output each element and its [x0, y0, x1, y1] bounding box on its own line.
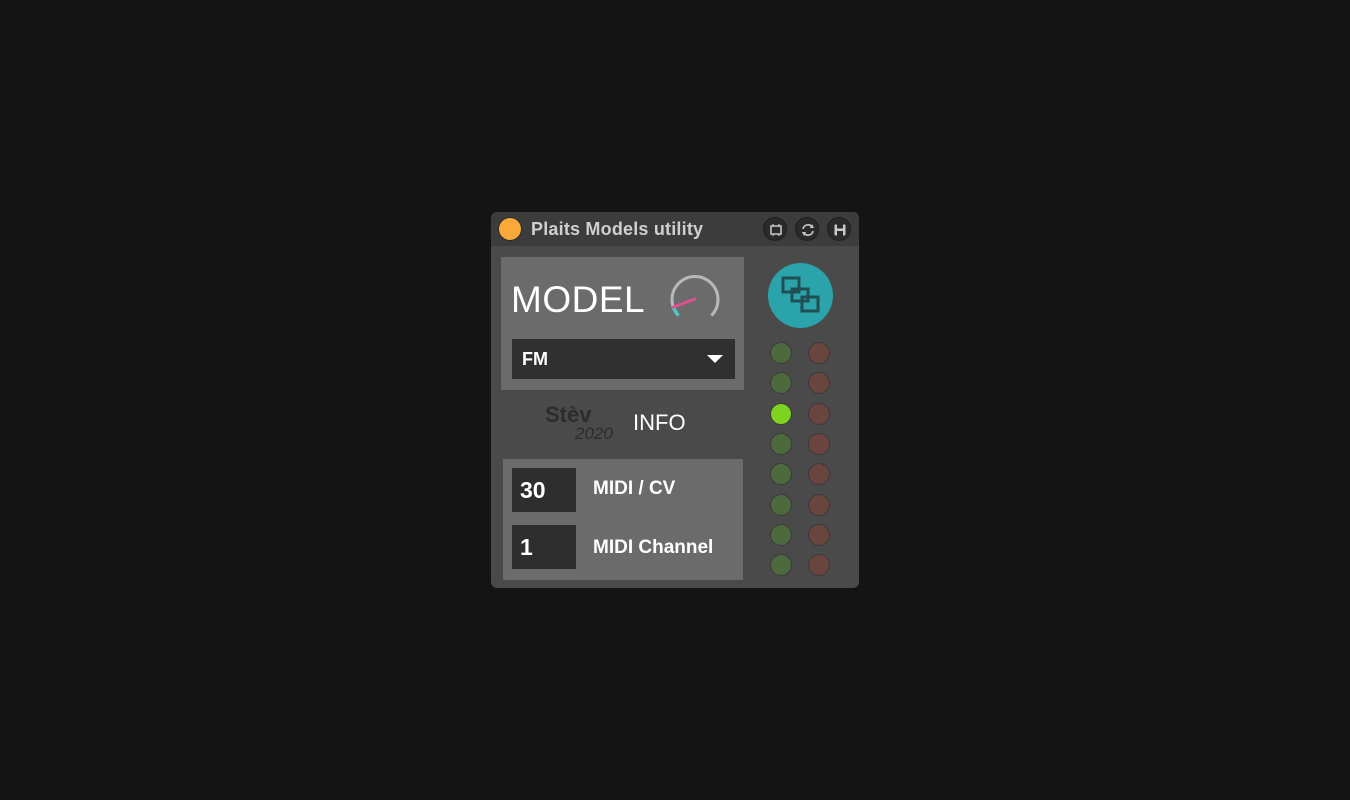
led-green-8	[770, 554, 792, 576]
midi-channel-value: 1	[520, 534, 533, 560]
led-green-2	[770, 372, 792, 394]
midi-cv-number-box[interactable]: 30	[512, 468, 576, 512]
midi-cv-label: MIDI / CV	[593, 478, 676, 499]
led-red-4	[808, 433, 830, 455]
led-red-6	[808, 494, 830, 516]
brand-logo: Stèv 2020	[545, 402, 625, 448]
led-red-3	[808, 403, 830, 425]
led-red-8	[808, 554, 830, 576]
connect-button[interactable]	[768, 263, 833, 328]
model-knob[interactable]	[665, 269, 725, 329]
led-green-1	[770, 342, 792, 364]
led-red-7	[808, 524, 830, 546]
model-dropdown[interactable]: FM	[512, 339, 735, 379]
refresh-icon[interactable]	[795, 217, 819, 241]
led-green-7	[770, 524, 792, 546]
device-titlebar: Plaits Models utility	[491, 212, 859, 246]
midi-channel-label: MIDI Channel	[593, 537, 714, 558]
power-button[interactable]	[498, 217, 522, 241]
chevron-down-icon	[707, 355, 723, 363]
midi-cv-value: 30	[520, 477, 546, 503]
save-icon[interactable]	[827, 217, 851, 241]
device-title: Plaits Models utility	[531, 219, 704, 239]
midi-channel-number-box[interactable]: 1	[512, 525, 576, 569]
midi-panel: 30 MIDI / CV 1 MIDI Channel	[503, 459, 743, 580]
led-red-1	[808, 342, 830, 364]
model-dropdown-value: FM	[522, 349, 548, 369]
model-panel: MODEL FM	[501, 257, 744, 390]
led-green-4	[770, 433, 792, 455]
led-green-5	[770, 463, 792, 485]
info-button[interactable]: INFO	[633, 410, 686, 436]
led-green-6	[770, 494, 792, 516]
model-label: MODEL	[511, 279, 646, 320]
led-green-3	[770, 403, 792, 425]
led-red-5	[808, 463, 830, 485]
device-panel: Plaits Models utility MODEL FM Stèv 2020…	[491, 212, 859, 588]
map-icon	[781, 276, 820, 313]
brand-year: 2020	[575, 424, 613, 443]
window-icon[interactable]	[763, 217, 787, 241]
led-red-2	[808, 372, 830, 394]
